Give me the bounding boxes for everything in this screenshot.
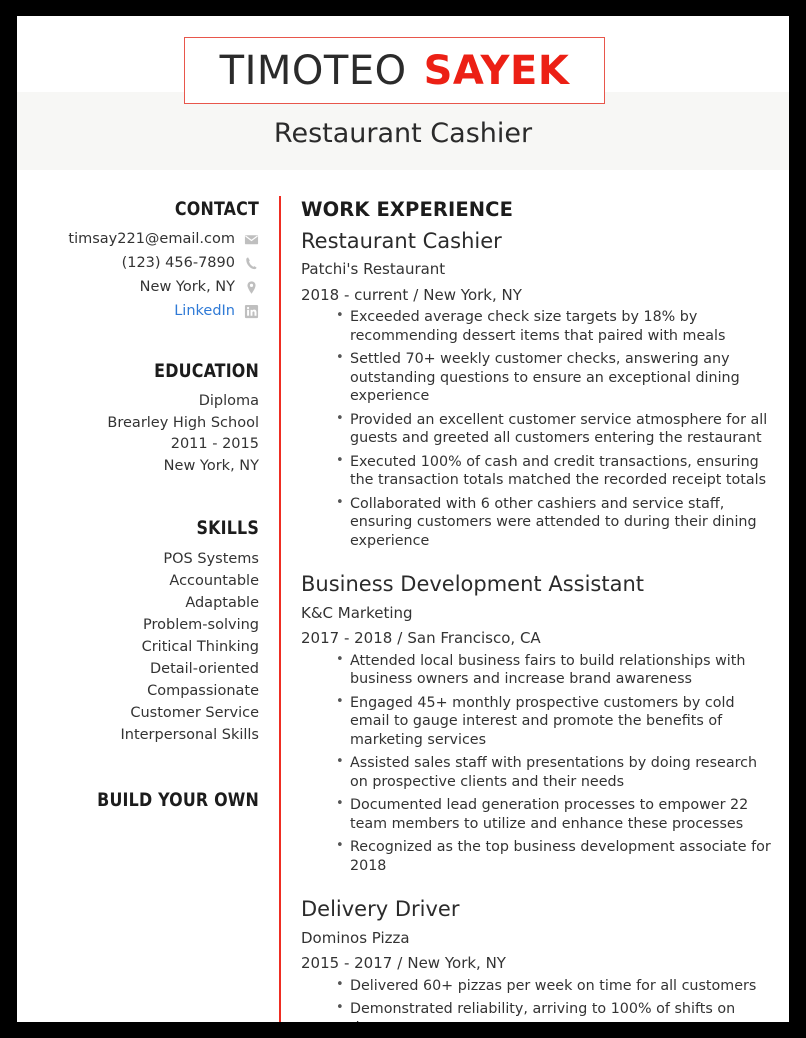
contact-heading: CONTACT	[174, 198, 259, 220]
envelope-icon	[244, 232, 259, 247]
list-item: Documented lead generation processes to …	[301, 795, 771, 833]
contact-item-email[interactable]: timsay221@email.com	[17, 229, 259, 249]
linkedin-icon	[244, 304, 259, 319]
resume-page-frame: TIMOTEO SAYEK Restaurant Cashier CONTACT…	[0, 0, 806, 1038]
list-item: Detail-oriented	[150, 661, 259, 677]
build-your-own-heading: BUILD YOUR OWN	[97, 789, 259, 811]
job-bullets: Delivered 60+ pizzas per week on time fo…	[301, 976, 771, 1022]
list-item: Exceeded average check size targets by 1…	[301, 307, 771, 345]
job-meta-separator: /	[413, 285, 419, 304]
education-school: Brearley High School	[107, 414, 259, 431]
job-dates: 2018 - current	[301, 285, 409, 304]
job-location: New York, NY	[407, 954, 506, 973]
name-box: TIMOTEO SAYEK	[184, 37, 605, 104]
list-item: Adaptable	[185, 595, 259, 611]
column-divider	[279, 196, 282, 1022]
job-entry: Delivery Driver Dominos Pizza 2015 - 201…	[301, 895, 771, 1022]
contact-item-linkedin[interactable]: LinkedIn	[17, 301, 259, 321]
contact-email-text: timsay221@email.com	[68, 231, 235, 247]
list-item: Critical Thinking	[141, 639, 259, 655]
list-item: Settled 70+ weekly customer checks, answ…	[301, 349, 771, 406]
phone-icon	[244, 256, 259, 271]
list-item: Assisted sales staff with presentations …	[301, 753, 771, 791]
skills-heading: SKILLS	[196, 517, 259, 539]
list-item: Problem-solving	[143, 617, 259, 633]
list-item: Attended local business fairs to build r…	[301, 651, 771, 689]
list-item: Delivered 60+ pizzas per week on time fo…	[301, 976, 771, 996]
work-experience-section: WORK EXPERIENCE Restaurant Cashier Patch…	[301, 198, 771, 1022]
list-item: Accountable	[169, 573, 259, 589]
job-company: Dominos Pizza	[301, 928, 410, 947]
job-role: Business Development Assistant	[301, 572, 644, 597]
list-item: Collaborated with 6 other cashiers and s…	[301, 494, 771, 551]
job-company: Patchi's Restaurant	[301, 260, 446, 279]
job-location: New York, NY	[423, 285, 522, 304]
job-dates: 2017 - 2018	[301, 629, 393, 648]
education-heading: EDUCATION	[154, 360, 259, 382]
job-role: Delivery Driver	[301, 897, 460, 922]
job-location: San Francisco, CA	[407, 629, 541, 648]
list-item: Recognized as the top business developme…	[301, 837, 771, 875]
education-block: Diploma Brearley High School 2011 - 2015…	[17, 391, 259, 477]
contact-linkedin-link[interactable]: LinkedIn	[174, 301, 235, 321]
list-item: Interpersonal Skills	[120, 727, 259, 743]
job-meta-separator: /	[397, 629, 403, 648]
job-role: Restaurant Cashier	[301, 229, 502, 253]
list-item: Customer Service	[130, 705, 259, 721]
education-location: New York, NY	[163, 457, 259, 474]
list-item: Demonstrated reliability, arriving to 10…	[301, 999, 771, 1022]
job-entry: Restaurant Cashier Patchi's Restaurant 2…	[301, 227, 771, 550]
skills-list: POS Systems Accountable Adaptable Proble…	[17, 548, 259, 746]
education-degree: Diploma	[198, 393, 259, 409]
contact-location-text: New York, NY	[139, 279, 235, 295]
job-bullets: Attended local business fairs to build r…	[301, 651, 771, 876]
list-item: Executed 100% of cash and credit transac…	[301, 452, 771, 490]
page-title: Restaurant Cashier	[273, 118, 533, 149]
sidebar: CONTACT timsay221@email.com (123) 456-78…	[17, 198, 259, 820]
resume-sheet: TIMOTEO SAYEK Restaurant Cashier CONTACT…	[17, 16, 789, 1022]
list-item: Engaged 45+ monthly prospective customer…	[301, 693, 771, 750]
job-meta-separator: /	[397, 954, 403, 973]
first-name: TIMOTEO	[219, 47, 407, 94]
job-meta: 2017 - 2018/San Francisco, CA	[301, 627, 771, 650]
location-pin-icon	[244, 280, 259, 295]
last-name: SAYEK	[423, 47, 570, 94]
job-entry: Business Development Assistant K&C Marke…	[301, 570, 771, 875]
contact-item-phone[interactable]: (123) 456-7890	[17, 253, 259, 273]
list-item: Provided an excellent customer service a…	[301, 410, 771, 448]
job-company: K&C Marketing	[301, 603, 413, 622]
job-bullets: Exceeded average check size targets by 1…	[301, 307, 771, 551]
work-experience-heading: WORK EXPERIENCE	[301, 198, 514, 221]
contact-item-location[interactable]: New York, NY	[17, 277, 259, 297]
education-dates: 2011 - 2015	[170, 436, 259, 452]
job-dates: 2015 - 2017	[301, 954, 393, 973]
contact-phone-text: (123) 456-7890	[121, 255, 235, 271]
list-item: Compassionate	[147, 683, 259, 699]
list-item: POS Systems	[163, 551, 259, 567]
job-meta: 2018 - current / New York, NY	[301, 284, 771, 307]
job-meta: 2015 - 2017/New York, NY	[301, 952, 771, 975]
